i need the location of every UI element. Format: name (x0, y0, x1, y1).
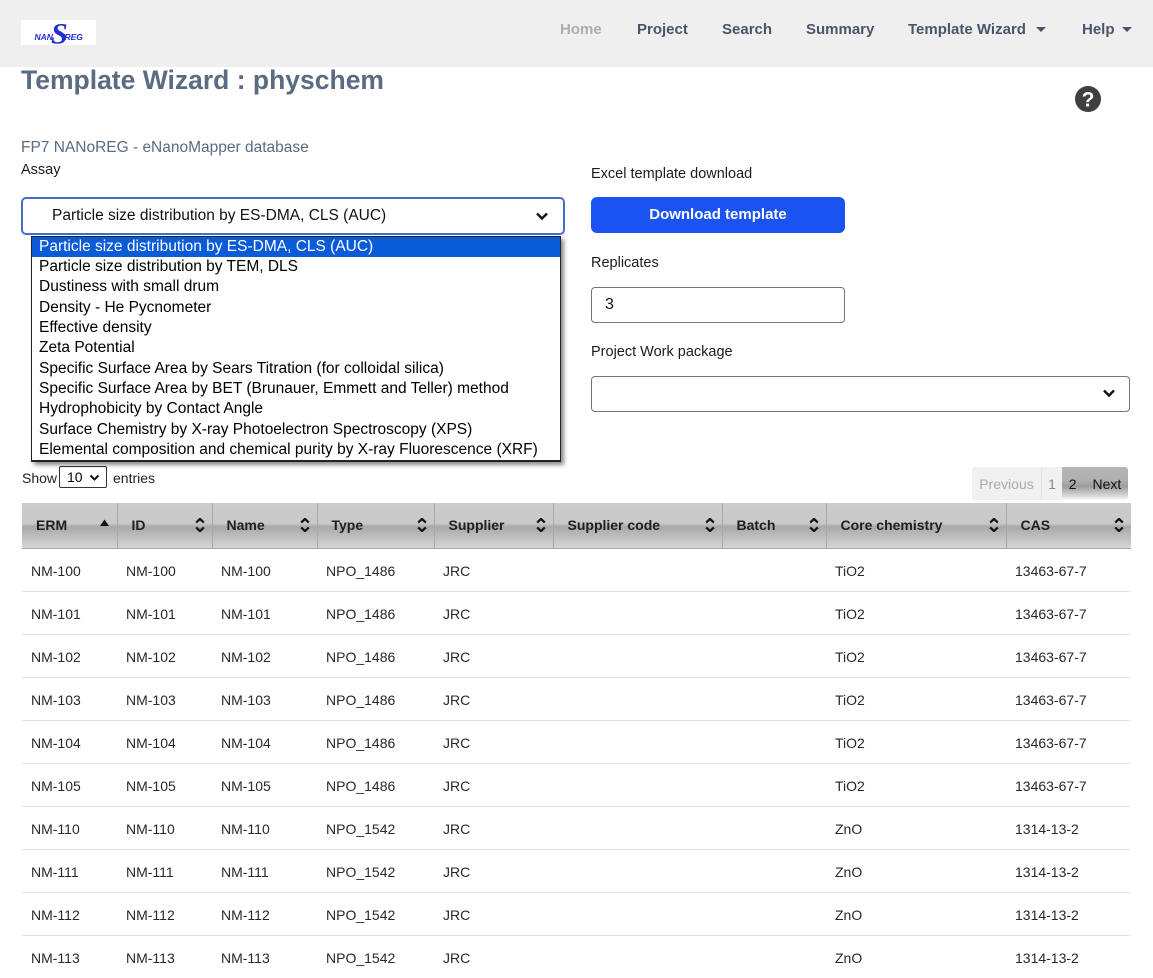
svg-text:REG: REG (65, 32, 84, 42)
svg-text:?: ? (1082, 89, 1095, 112)
